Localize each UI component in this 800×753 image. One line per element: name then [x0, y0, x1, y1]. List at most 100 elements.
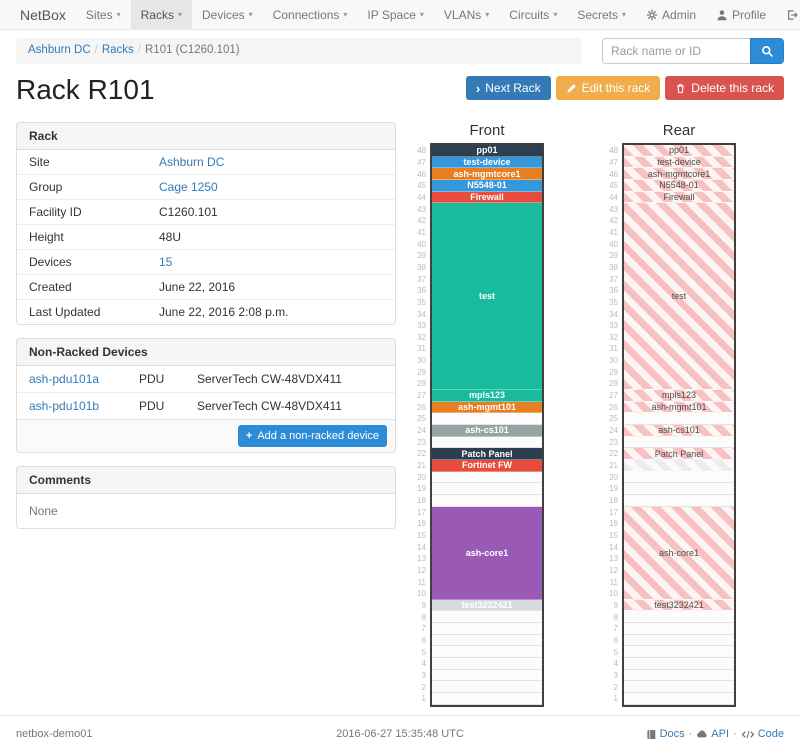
unit-number-label: 27	[606, 390, 622, 402]
nav-item-profile[interactable]: Profile	[706, 0, 776, 29]
rack-unit-empty	[432, 670, 542, 682]
nav-item-ip-space[interactable]: IP Space▾	[357, 0, 434, 29]
chevron-down-icon: ▾	[178, 0, 182, 30]
unit-number-label: 32	[606, 332, 622, 344]
rack-unit-device[interactable]: ash-mgmtcore1	[432, 168, 542, 180]
rack-unit-device[interactable]: ash-core1	[432, 507, 542, 600]
attribute-label: Last Updated	[29, 305, 159, 319]
rack-unit-device[interactable]: ash-mgmt101	[624, 402, 734, 414]
unit-number-label: 8	[606, 611, 622, 623]
attribute-label: Facility ID	[29, 205, 159, 219]
attribute-value-link[interactable]: Ashburn DC	[159, 155, 224, 169]
rack-unit-empty	[624, 495, 734, 507]
add-nonracked-device-button[interactable]: + Add a non-racked device	[238, 425, 387, 447]
pencil-icon	[566, 83, 577, 94]
nonracked-table: ash-pdu101aPDUServerTech CW-48VDX411ash-…	[17, 366, 395, 419]
rack-unit-device[interactable]: Firewall	[624, 192, 734, 204]
nav-item-log-out[interactable]: Log out	[776, 0, 800, 29]
delete-rack-button[interactable]: Delete this rack	[665, 76, 784, 100]
unit-number-label: 21	[414, 460, 430, 472]
nav-item-racks[interactable]: Racks▾	[131, 0, 192, 29]
breadcrumb-item[interactable]: Ashburn DC	[28, 44, 91, 56]
rack-unit-empty	[432, 635, 542, 647]
rack-unit-device[interactable]: N5548-01	[624, 180, 734, 192]
rack-unit-device[interactable]: mpls123	[624, 390, 734, 402]
unit-number-label: 5	[414, 646, 430, 658]
unit-number-label: 19	[414, 483, 430, 495]
nav-item-admin[interactable]: Admin	[636, 0, 706, 29]
search-button[interactable]	[750, 38, 784, 64]
nav-item-devices[interactable]: Devices▾	[192, 0, 263, 29]
attribute-value-link[interactable]: Cage 1250	[159, 180, 218, 194]
nav-item-connections[interactable]: Connections▾	[263, 0, 358, 29]
rack-unit-empty	[624, 472, 734, 484]
nav-item-circuits[interactable]: Circuits▾	[499, 0, 567, 29]
device-link[interactable]: ash-pdu101b	[29, 399, 99, 413]
unit-number-label: 42	[414, 215, 430, 227]
next-rack-label: Next Rack	[485, 81, 540, 95]
rack-unit-device[interactable]: Patch Panel	[624, 448, 734, 460]
rack-unit-device[interactable]: N5548-01	[432, 180, 542, 192]
device-link[interactable]: ash-pdu101a	[29, 372, 99, 386]
footer-link-code[interactable]: Code	[741, 728, 784, 740]
device-name-cell: ash-pdu101a	[29, 372, 139, 386]
unit-number-label: 20	[414, 471, 430, 483]
chevron-down-icon: ▾	[249, 0, 253, 30]
unit-number-label: 43	[606, 203, 622, 215]
breadcrumb-item[interactable]: Racks	[102, 44, 134, 56]
unit-number-label: 41	[414, 227, 430, 239]
next-rack-button[interactable]: › Next Rack	[466, 76, 551, 100]
rack-unit-empty	[432, 658, 542, 670]
rack-unit-numbers: 4847464544434241403938373635343332313029…	[414, 143, 430, 707]
book-icon	[646, 729, 657, 740]
unit-number-label: 45	[606, 180, 622, 192]
breadcrumb-separator: /	[134, 44, 145, 56]
nav-item-sites[interactable]: Sites▾	[76, 0, 131, 29]
unit-number-label: 43	[414, 203, 430, 215]
attribute-value-link[interactable]: 15	[159, 255, 172, 269]
edit-rack-button[interactable]: Edit this rack	[556, 76, 661, 100]
unit-number-label: 36	[414, 285, 430, 297]
rack-unit-device[interactable]: ash-cs101	[432, 425, 542, 437]
plus-icon: +	[246, 430, 252, 442]
unit-number-label: 26	[414, 401, 430, 413]
search-input[interactable]	[602, 38, 750, 64]
breadcrumb-item: R101 (C1260.101)	[145, 44, 240, 56]
netbox-brand[interactable]: NetBox	[10, 0, 76, 29]
nav-item-vlans[interactable]: VLANs▾	[434, 0, 499, 29]
rack-unit-device[interactable]: ash-core1	[624, 507, 734, 600]
attribute-value: June 22, 2016	[159, 280, 235, 294]
unit-number-label: 32	[414, 332, 430, 344]
rack-unit-device[interactable]: Patch Panel	[432, 448, 542, 460]
table-row: ash-pdu101aPDUServerTech CW-48VDX411	[17, 366, 395, 392]
unit-number-label: 47	[606, 157, 622, 169]
unit-number-label: 7	[606, 623, 622, 635]
chevron-down-icon: ▾	[420, 0, 424, 30]
rack-unit-device[interactable]: ash-mgmtcore1	[624, 168, 734, 180]
rack-unit-device[interactable]: pp01	[624, 145, 734, 157]
rack-unit-device[interactable]: Fortinet FW	[432, 460, 542, 472]
unit-number-label: 39	[606, 250, 622, 262]
footer-link-docs[interactable]: Docs	[646, 728, 685, 740]
nav-item-label: IP Space	[367, 0, 415, 30]
search-icon	[761, 45, 774, 58]
chevron-down-icon: ▾	[622, 0, 626, 30]
footer-link-api[interactable]: API	[696, 728, 729, 740]
chevron-down-icon: ▾	[485, 0, 489, 30]
rack-unit-device[interactable]: test-device	[432, 157, 542, 169]
rack-unit-device[interactable]: mpls123	[432, 390, 542, 402]
rear-elevation: Rear 48474645444342414039383736353433323…	[606, 122, 736, 707]
rack-unit-device[interactable]: ash-mgmt101	[432, 402, 542, 414]
rack-unit-device[interactable]: pp01	[432, 145, 542, 157]
rack-unit-device[interactable]: test	[624, 203, 734, 390]
rack-unit-device[interactable]: test	[432, 203, 542, 390]
rack-unit-device[interactable]: test-device	[624, 157, 734, 169]
rack-unit-device[interactable]: test3232421	[432, 600, 542, 612]
rack-unit-device[interactable]: Firewall	[432, 192, 542, 204]
nav-item-secrets[interactable]: Secrets▾	[567, 0, 636, 29]
rack-unit-empty	[624, 483, 734, 495]
unit-number-label: 26	[606, 401, 622, 413]
rack-unit-device[interactable]: test3232421	[624, 600, 734, 612]
logout-icon	[786, 9, 798, 21]
rack-unit-device[interactable]: ash-cs101	[624, 425, 734, 437]
